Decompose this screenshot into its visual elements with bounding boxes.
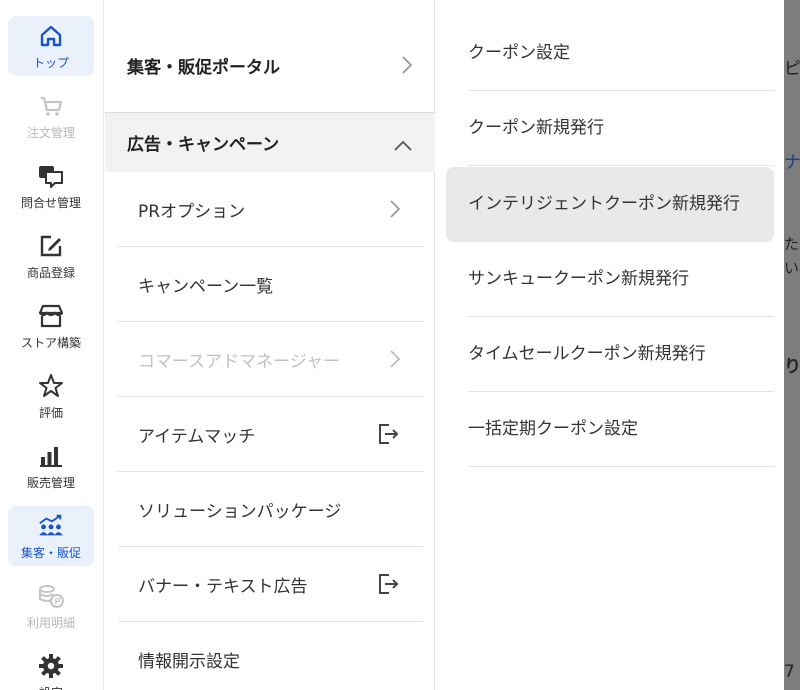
menu-item-label: アイテムマッチ <box>138 426 256 447</box>
menu-item-label: ソリューションパッケージ <box>138 501 342 522</box>
coupon-submenu: クーポン設定 クーポン新規発行 インテリジェントクーポン新規発行 サンキュークー… <box>436 0 784 690</box>
rail-item-products[interactable]: 商品登録 <box>8 226 94 286</box>
rail-item-label: 商品登録 <box>26 265 75 280</box>
rail-item-settings[interactable]: 設定 <box>8 646 94 690</box>
rail-item-store[interactable]: ストア構築 <box>8 296 94 356</box>
rail-item-reviews[interactable]: 評価 <box>8 366 94 426</box>
rail-item-label: 注文管理 <box>26 125 75 140</box>
menu-item-marketing-portal[interactable]: 集客・販促ポータル <box>105 20 435 110</box>
menu-item-label: 情報開示設定 <box>138 652 240 672</box>
star-icon <box>37 372 65 400</box>
coins-icon: P <box>37 582 65 610</box>
menu-item-label: PRオプション <box>138 201 246 222</box>
section-header-label: 広告・キャンペーン <box>127 135 280 155</box>
rail-item-label: 評価 <box>38 405 63 420</box>
chevron-up-icon <box>393 137 413 151</box>
submenu-item-thank-you-coupon[interactable]: サンキュークーポン新規発行 <box>468 242 774 317</box>
background-text-fragment: た <box>784 235 800 253</box>
chevron-right-icon <box>401 55 413 75</box>
menu-item-label: 集客・販促ポータル <box>127 57 280 78</box>
submenu-item-intelligent-coupon[interactable]: インテリジェントクーポン新規発行 <box>446 167 774 242</box>
submenu-item-label: インテリジェントクーポン新規発行 <box>468 194 740 214</box>
menu-item-banner-text-ads[interactable]: バナー・テキスト広告 <box>117 547 423 622</box>
rail-item-inquiries[interactable]: 問合せ管理 <box>8 156 94 216</box>
people-growth-icon <box>37 512 65 540</box>
svg-text:P: P <box>55 596 61 606</box>
bar-chart-icon <box>37 442 65 470</box>
menu-item-label: キャンペーン一覧 <box>138 276 274 297</box>
edit-icon <box>37 232 65 260</box>
rail-item-label: トップ <box>32 55 69 70</box>
background-text-fragment: り <box>784 357 800 377</box>
submenu-item-bulk-regular-coupon[interactable]: 一括定期クーポン設定 <box>468 392 774 467</box>
menu-item-item-match[interactable]: アイテムマッチ <box>117 397 423 472</box>
submenu-item-time-sale-coupon[interactable]: タイムセールクーポン新規発行 <box>468 317 774 392</box>
rail-item-marketing[interactable]: 集客・販促 <box>8 506 94 566</box>
cart-icon <box>37 92 65 120</box>
store-icon <box>37 302 65 330</box>
menu-item-disclosure-settings[interactable]: 情報開示設定 <box>117 622 423 690</box>
gear-icon <box>37 652 65 680</box>
background-text-fragment: 7 <box>784 662 795 682</box>
rail-item-sales[interactable]: 販売管理 <box>8 436 94 496</box>
rail-item-billing[interactable]: P 利用明細 <box>8 576 94 636</box>
menu-item-pr-option[interactable]: PRオプション <box>117 172 423 247</box>
home-icon <box>37 22 65 50</box>
submenu-item-new-coupon[interactable]: クーポン新規発行 <box>468 91 774 166</box>
menu-item-label: コマースアドマネージャー <box>138 351 340 372</box>
rail-item-top[interactable]: トップ <box>8 16 94 76</box>
rail-item-label: 集客・販促 <box>20 545 81 560</box>
submenu-item-label: サンキュークーポン新規発行 <box>468 268 689 289</box>
menu-item-solution-package[interactable]: ソリューションパッケージ <box>117 472 423 547</box>
section-header-ads-campaigns[interactable]: 広告・キャンペーン <box>105 112 435 172</box>
chat-icon <box>37 162 65 190</box>
rail-item-orders[interactable]: 注文管理 <box>8 86 94 146</box>
menu-item-commerce-ad-manager[interactable]: コマースアドマネージャー <box>117 322 423 397</box>
submenu-item-label: クーポン設定 <box>468 42 570 63</box>
rail-item-label: 販売管理 <box>26 475 75 490</box>
submenu-item-label: 一括定期クーポン設定 <box>468 418 638 439</box>
submenu-item-label: タイムセールクーポン新規発行 <box>468 343 706 364</box>
side-rail: トップ 注文管理 問合せ管理 商品登録 ストア構築 評価 販売管理 集客・販促 … <box>0 0 104 690</box>
external-link-icon <box>377 573 399 595</box>
rail-item-label: 問合せ管理 <box>20 195 81 210</box>
background-text-fragment: い <box>784 259 800 277</box>
chevron-right-icon <box>389 349 401 369</box>
submenu-item-coupon-settings[interactable]: クーポン設定 <box>468 16 774 91</box>
background-page-overlay[interactable]: ピ ナ た い り 7 <box>784 0 800 690</box>
external-link-icon <box>377 423 399 445</box>
category-menu: 集客・販促ポータル 広告・キャンペーン PRオプション キャンペーン一覧 コマー… <box>105 0 435 690</box>
background-text-fragment: ピ <box>784 59 800 79</box>
menu-item-label: バナー・テキスト広告 <box>138 576 308 597</box>
rail-item-label: 利用明細 <box>26 615 75 630</box>
rail-item-label: 設定 <box>39 684 63 690</box>
chevron-right-icon <box>389 199 401 219</box>
submenu-item-label: クーポン新規発行 <box>468 117 604 138</box>
background-text-fragment: ナ <box>784 153 800 173</box>
menu-item-campaign-list[interactable]: キャンペーン一覧 <box>117 247 423 322</box>
rail-item-label: ストア構築 <box>20 335 81 350</box>
